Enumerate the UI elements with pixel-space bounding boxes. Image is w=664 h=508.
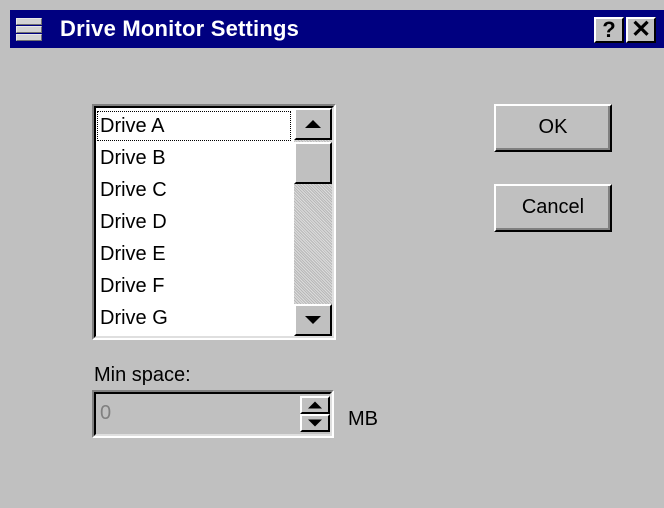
scroll-up-arrow-icon — [305, 120, 321, 128]
window-title: Drive Monitor Settings — [60, 16, 300, 41]
min-space-input[interactable]: 0 — [92, 390, 334, 438]
scroll-down-arrow-icon — [305, 316, 321, 324]
help-button[interactable]: ? — [594, 17, 624, 43]
spin-down-button[interactable] — [300, 414, 330, 432]
drive-listbox[interactable]: Drive A Drive B Drive C Drive D Drive E Drive… — [92, 104, 336, 340]
min-space-value: 0 — [100, 402, 112, 424]
drive-list-item[interactable]: Drive D — [96, 206, 292, 238]
scroll-up-button[interactable] — [294, 108, 332, 140]
close-button[interactable]: ✕ — [626, 17, 656, 43]
drive-list-item[interactable]: Drive C — [96, 174, 292, 206]
spin-up-arrow-icon — [308, 401, 322, 409]
drive-list-scrollbar[interactable] — [294, 108, 332, 336]
drive-list-item[interactable]: Drive F — [96, 270, 292, 302]
drive-list-item[interactable]: Drive A — [96, 110, 292, 142]
scroll-down-button[interactable] — [294, 304, 332, 336]
spin-up-button[interactable] — [300, 396, 330, 414]
cancel-button[interactable]: Cancel — [494, 184, 612, 232]
ok-button[interactable]: OK — [494, 104, 612, 152]
min-space-label: Min space: — [94, 364, 191, 386]
min-space-spinner[interactable] — [300, 396, 330, 432]
drive-list-item[interactable]: Drive B — [96, 142, 292, 174]
title-bar[interactable]: Drive Monitor Settings ? ✕ — [10, 10, 664, 48]
spin-down-arrow-icon — [308, 419, 322, 427]
scroll-thumb[interactable] — [294, 142, 332, 184]
min-space-unit: MB — [348, 408, 378, 430]
drive-list-item[interactable]: Drive E — [96, 238, 292, 270]
drive-stack-icon — [16, 18, 42, 42]
drive-list-item[interactable]: Drive G — [96, 302, 292, 334]
